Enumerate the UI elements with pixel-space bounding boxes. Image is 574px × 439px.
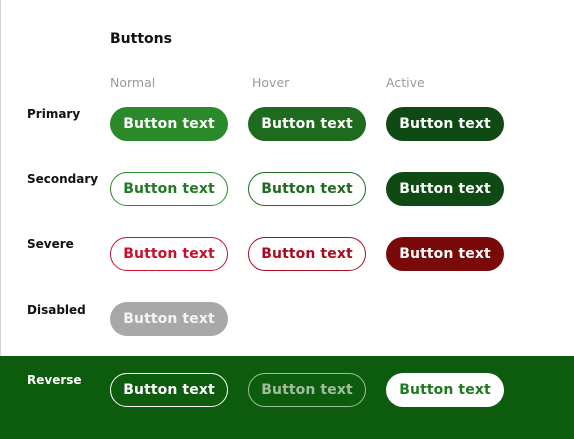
secondary-button-hover[interactable]: Button text (248, 172, 366, 206)
severe-button-normal[interactable]: Button text (110, 237, 228, 271)
column-header-normal: Normal (110, 75, 156, 90)
primary-button-hover[interactable]: Button text (248, 107, 366, 141)
row-label-disabled: Disabled (27, 303, 86, 317)
severe-button-hover[interactable]: Button text (248, 237, 366, 271)
primary-button-active[interactable]: Button text (386, 107, 504, 141)
disabled-button: Button text (110, 302, 228, 336)
column-header-hover: Hover (252, 75, 290, 90)
secondary-button-active[interactable]: Button text (386, 172, 504, 206)
row-label-primary: Primary (27, 107, 81, 121)
left-border (0, 0, 1, 356)
column-header-active: Active (386, 75, 425, 90)
row-label-secondary: Secondary (27, 172, 99, 186)
reverse-button-hover[interactable]: Button text (248, 373, 366, 407)
reverse-button-normal[interactable]: Button text (110, 373, 228, 407)
severe-button-active[interactable]: Button text (386, 237, 504, 271)
row-label-severe: Severe (27, 237, 74, 251)
row-label-reverse: Reverse (27, 373, 82, 387)
reverse-button-active[interactable]: Button text (386, 373, 504, 407)
section-title: Buttons (110, 31, 172, 47)
primary-button-normal[interactable]: Button text (110, 107, 228, 141)
secondary-button-normal[interactable]: Button text (110, 172, 228, 206)
